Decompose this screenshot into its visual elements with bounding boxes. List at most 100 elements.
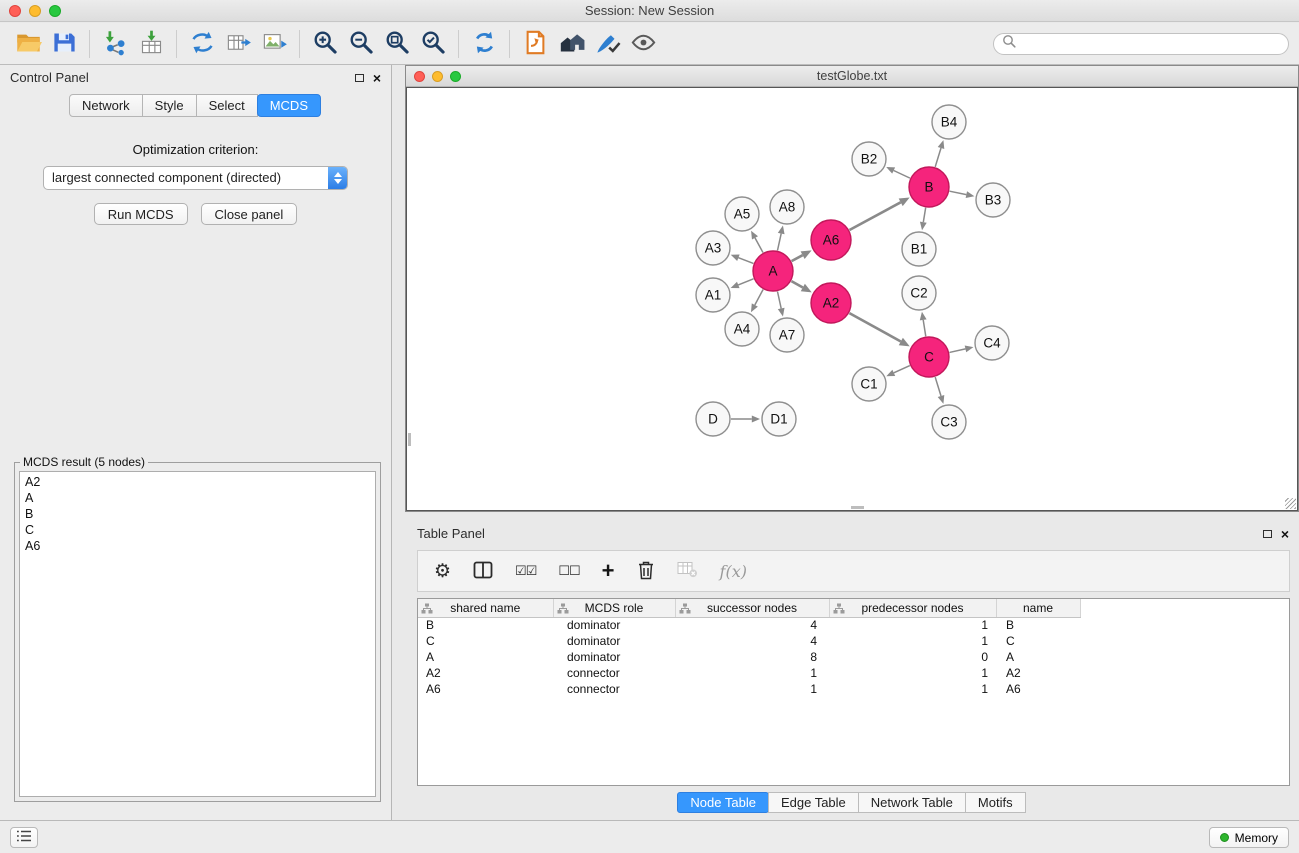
- column-header-shared-name[interactable]: shared name: [418, 599, 553, 617]
- add-column-button[interactable]: +: [602, 560, 615, 582]
- search-input[interactable]: [1016, 37, 1280, 51]
- graph-edge-A-A7[interactable]: [777, 292, 781, 309]
- zoom-in-button[interactable]: [307, 27, 343, 61]
- graph-edge-B-B4[interactable]: [935, 148, 941, 167]
- export-table-icon: [225, 29, 252, 59]
- mcds-result-list[interactable]: A2ABCA6: [19, 471, 376, 797]
- horizontal-scroll-nub[interactable]: [851, 506, 864, 509]
- table-settings-button[interactable]: ⚙: [434, 562, 451, 581]
- open-session-button[interactable]: [10, 27, 46, 61]
- network-window-titlebar[interactable]: testGlobe.txt: [406, 66, 1298, 87]
- graph-node-label: B3: [985, 193, 1002, 208]
- graph-edge-A-A2[interactable]: [791, 281, 802, 287]
- graph-edge-B-B1[interactable]: [923, 208, 925, 222]
- graph-edge-A6-B[interactable]: [849, 202, 900, 230]
- graph-edge-C-C4[interactable]: [949, 349, 965, 353]
- zoom-fit-button[interactable]: [379, 27, 415, 61]
- tab-style[interactable]: Style: [142, 94, 197, 117]
- close-table-panel-icon[interactable]: ×: [1281, 527, 1289, 541]
- graphics-details-button[interactable]: [553, 27, 589, 61]
- graph-edge-B-B3[interactable]: [950, 191, 967, 194]
- network-svg[interactable]: B4B2BB3A5A8A6B1A3AC2A1A2A4A7C4CC1C3DD1: [407, 88, 1299, 512]
- run-mcds-button[interactable]: Run MCDS: [94, 203, 188, 225]
- zoom-network-window-button[interactable]: [450, 71, 461, 82]
- style-check-button[interactable]: [589, 27, 625, 61]
- export-network-button[interactable]: [184, 27, 220, 61]
- task-history-button[interactable]: [10, 827, 38, 848]
- network-canvas[interactable]: B4B2BB3A5A8A6B1A3AC2A1A2A4A7C4CC1C3DD1: [406, 87, 1298, 511]
- export-table-button[interactable]: [220, 27, 256, 61]
- graph-edge-A-A5[interactable]: [755, 238, 763, 253]
- graph-edge-C-C1[interactable]: [894, 366, 910, 373]
- graph-edge-A-A3[interactable]: [738, 258, 753, 264]
- eye-icon: [630, 29, 657, 59]
- deselect-all-button[interactable]: ☐☐: [558, 563, 579, 579]
- graph-edge-B-B2[interactable]: [894, 171, 910, 179]
- import-table-button[interactable]: [133, 27, 169, 61]
- table-row[interactable]: Bdominator41B: [418, 617, 1080, 633]
- table-row[interactable]: Adominator80A: [418, 649, 1080, 665]
- graph-edge-A-A8[interactable]: [777, 234, 781, 251]
- tab-mcds[interactable]: MCDS: [257, 94, 321, 117]
- tab-node-table[interactable]: Node Table: [677, 792, 769, 813]
- vertical-scroll-nub[interactable]: [408, 433, 411, 446]
- export-image-button[interactable]: [256, 27, 292, 61]
- result-item[interactable]: A6: [25, 538, 375, 554]
- float-table-panel-icon[interactable]: [1263, 530, 1272, 538]
- graph-edge-C-C2[interactable]: [923, 320, 926, 336]
- column-header-mcds-role[interactable]: MCDS role: [553, 599, 675, 617]
- zoom-selected-button[interactable]: [415, 27, 451, 61]
- snapshot-button[interactable]: [517, 27, 553, 61]
- memory-button[interactable]: Memory: [1209, 827, 1289, 848]
- refresh-button[interactable]: [466, 27, 502, 61]
- tab-edge-table[interactable]: Edge Table: [768, 792, 859, 813]
- float-panel-icon[interactable]: [355, 74, 364, 82]
- result-item[interactable]: B: [25, 506, 375, 522]
- delete-column-button[interactable]: [637, 560, 655, 583]
- table-row[interactable]: Cdominator41C: [418, 633, 1080, 649]
- tab-select[interactable]: Select: [196, 94, 258, 117]
- minimize-window-button[interactable]: [29, 5, 41, 17]
- graph-edge-A-A4[interactable]: [755, 290, 763, 305]
- function-builder-button[interactable]: f(x): [720, 562, 747, 581]
- result-item[interactable]: A: [25, 490, 375, 506]
- close-panel-button[interactable]: Close panel: [201, 203, 298, 225]
- graph-edge-C-C3[interactable]: [935, 377, 941, 396]
- columns-icon: [473, 561, 493, 582]
- table-row[interactable]: A2connector11A2: [418, 665, 1080, 681]
- tab-network[interactable]: Network: [69, 94, 143, 117]
- result-item[interactable]: A2: [25, 474, 375, 490]
- save-session-button[interactable]: [46, 27, 82, 61]
- zoom-out-button[interactable]: [343, 27, 379, 61]
- search-box[interactable]: [993, 33, 1289, 55]
- criterion-dropdown[interactable]: largest connected component (directed): [43, 166, 348, 190]
- close-panel-icon[interactable]: ×: [373, 71, 381, 85]
- arrowhead-icon: [966, 191, 975, 198]
- tab-motifs[interactable]: Motifs: [965, 792, 1026, 813]
- node-table-container[interactable]: shared name MCDS role successor nodes pr…: [417, 598, 1290, 786]
- minimize-network-window-button[interactable]: [432, 71, 443, 82]
- delete-table-button[interactable]: [677, 561, 698, 581]
- network-window-title: testGlobe.txt: [406, 66, 1298, 86]
- tab-network-table[interactable]: Network Table: [858, 792, 966, 813]
- close-window-button[interactable]: [9, 5, 21, 17]
- toolbar-separator: [509, 30, 510, 58]
- zoom-window-button[interactable]: [49, 5, 61, 17]
- graph-node-label: A: [768, 264, 777, 279]
- eye-button[interactable]: [625, 27, 661, 61]
- graph-edge-A-A1[interactable]: [738, 279, 753, 285]
- result-item[interactable]: C: [25, 522, 375, 538]
- column-header-successor-nodes[interactable]: successor nodes: [675, 599, 829, 617]
- show-columns-button[interactable]: [473, 561, 493, 582]
- graph-edge-A2-C[interactable]: [849, 313, 900, 341]
- column-header-name[interactable]: name: [996, 599, 1080, 617]
- zoom-fit-icon: [384, 29, 411, 59]
- table-row[interactable]: A6connector11A6: [418, 681, 1080, 697]
- import-network-button[interactable]: [97, 27, 133, 61]
- close-network-window-button[interactable]: [414, 71, 425, 82]
- column-header-predecessor-nodes[interactable]: predecessor nodes: [829, 599, 996, 617]
- select-all-button[interactable]: ☑☑: [515, 563, 536, 579]
- graph-node-label: D1: [770, 412, 787, 427]
- resize-grip-icon[interactable]: [1285, 498, 1296, 509]
- graph-edge-A-A6[interactable]: [792, 255, 803, 261]
